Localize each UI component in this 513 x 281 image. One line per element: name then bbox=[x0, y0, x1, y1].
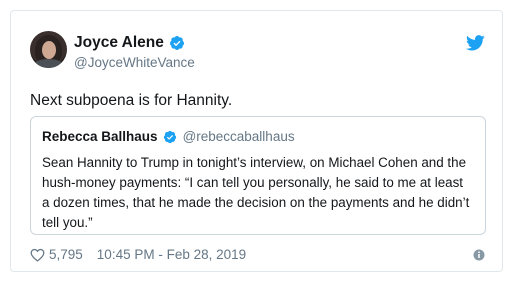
info-icon[interactable] bbox=[473, 249, 485, 261]
author-handle[interactable]: @JoyceWhiteVance bbox=[74, 55, 195, 70]
tweet-footer: 5,795 10:45 PM - Feb 28, 2019 bbox=[30, 247, 246, 262]
quoted-tweet[interactable]: Rebecca Ballhaus @rebeccaballhaus Sean H… bbox=[30, 116, 486, 235]
quoted-tweet-text: Sean Hannity to Trump in tonight’s inter… bbox=[42, 155, 470, 230]
quoted-author-handle[interactable]: @rebeccaballhaus bbox=[183, 129, 295, 144]
tweet-text: Next subpoena is for Hannity. bbox=[30, 92, 233, 109]
quoted-author-row: Rebecca Ballhaus @rebeccaballhaus bbox=[42, 129, 295, 144]
verified-badge-icon bbox=[169, 36, 184, 50]
like-count[interactable]: 5,795 bbox=[49, 247, 83, 262]
quoted-author-name[interactable]: Rebecca Ballhaus bbox=[42, 129, 158, 144]
author-display-name[interactable]: Joyce Alene bbox=[74, 34, 164, 52]
verified-badge-icon bbox=[163, 130, 176, 143]
author-avatar[interactable] bbox=[30, 31, 67, 68]
embedded-tweet-card: Joyce Alene @JoyceWhiteVance Next subpoe… bbox=[10, 10, 503, 272]
heart-icon[interactable] bbox=[30, 248, 45, 262]
avatar-shoulder bbox=[33, 59, 64, 68]
twitter-bird-icon[interactable] bbox=[466, 35, 485, 51]
tweet-timestamp[interactable]: 10:45 PM - Feb 28, 2019 bbox=[97, 247, 246, 262]
avatar-face bbox=[42, 41, 56, 59]
author-name-row: Joyce Alene bbox=[74, 34, 185, 52]
